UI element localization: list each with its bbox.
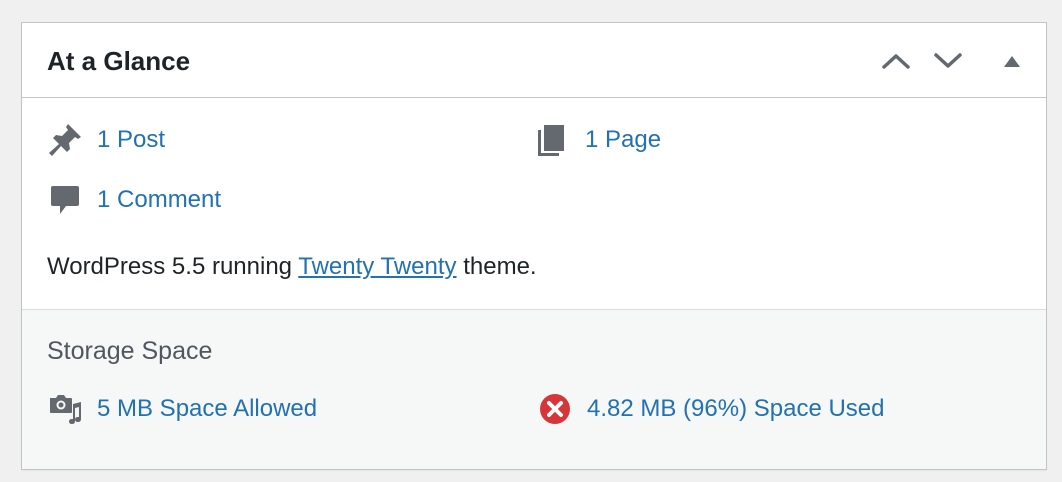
glance-item-comments: 1 Comment [47, 180, 221, 220]
version-info: WordPress 5.5 running Twenty Twenty them… [47, 252, 537, 282]
chevron-down-icon [934, 53, 962, 68]
comment-icon [47, 181, 85, 219]
glance-item-posts: 1 Post [47, 120, 165, 160]
glance-main: 1 Post 1 Page 1 Comment WordPress 5.5 ru… [22, 98, 1046, 310]
storage-allowed-item: 5 MB Space Allowed [47, 389, 317, 429]
storage-heading: Storage Space [47, 337, 213, 365]
error-circle-icon [537, 390, 575, 428]
widget-header: At a Glance [22, 23, 1046, 98]
space-used-link[interactable]: 4.82 MB (96%) Space Used [587, 394, 884, 424]
media-icon [47, 390, 85, 428]
glance-item-pages: 1 Page [535, 120, 661, 160]
move-down-button[interactable] [930, 43, 966, 79]
move-up-button[interactable] [878, 43, 914, 79]
version-suffix: theme. [463, 253, 537, 280]
storage-used-item: 4.82 MB (96%) Space Used [537, 389, 884, 429]
space-allowed-link[interactable]: 5 MB Space Allowed [97, 394, 317, 424]
posts-link[interactable]: 1 Post [97, 125, 165, 155]
chevron-up-icon [882, 54, 910, 69]
storage-panel: Storage Space 5 MB Space Allowed 4.82 MB… [22, 310, 1046, 469]
comments-link[interactable]: 1 Comment [97, 185, 221, 215]
triangle-up-icon [1004, 56, 1020, 67]
toggle-panel-button[interactable] [994, 43, 1030, 79]
at-a-glance-widget: At a Glance 1 Post 1 Page 1 Comment Word… [21, 22, 1047, 470]
widget-title: At a Glance [47, 46, 191, 76]
pushpin-icon [47, 121, 85, 159]
pages-link[interactable]: 1 Page [585, 125, 661, 155]
theme-link[interactable]: Twenty Twenty [298, 253, 456, 280]
version-prefix: WordPress 5.5 running [47, 253, 293, 280]
pages-icon [535, 121, 573, 159]
